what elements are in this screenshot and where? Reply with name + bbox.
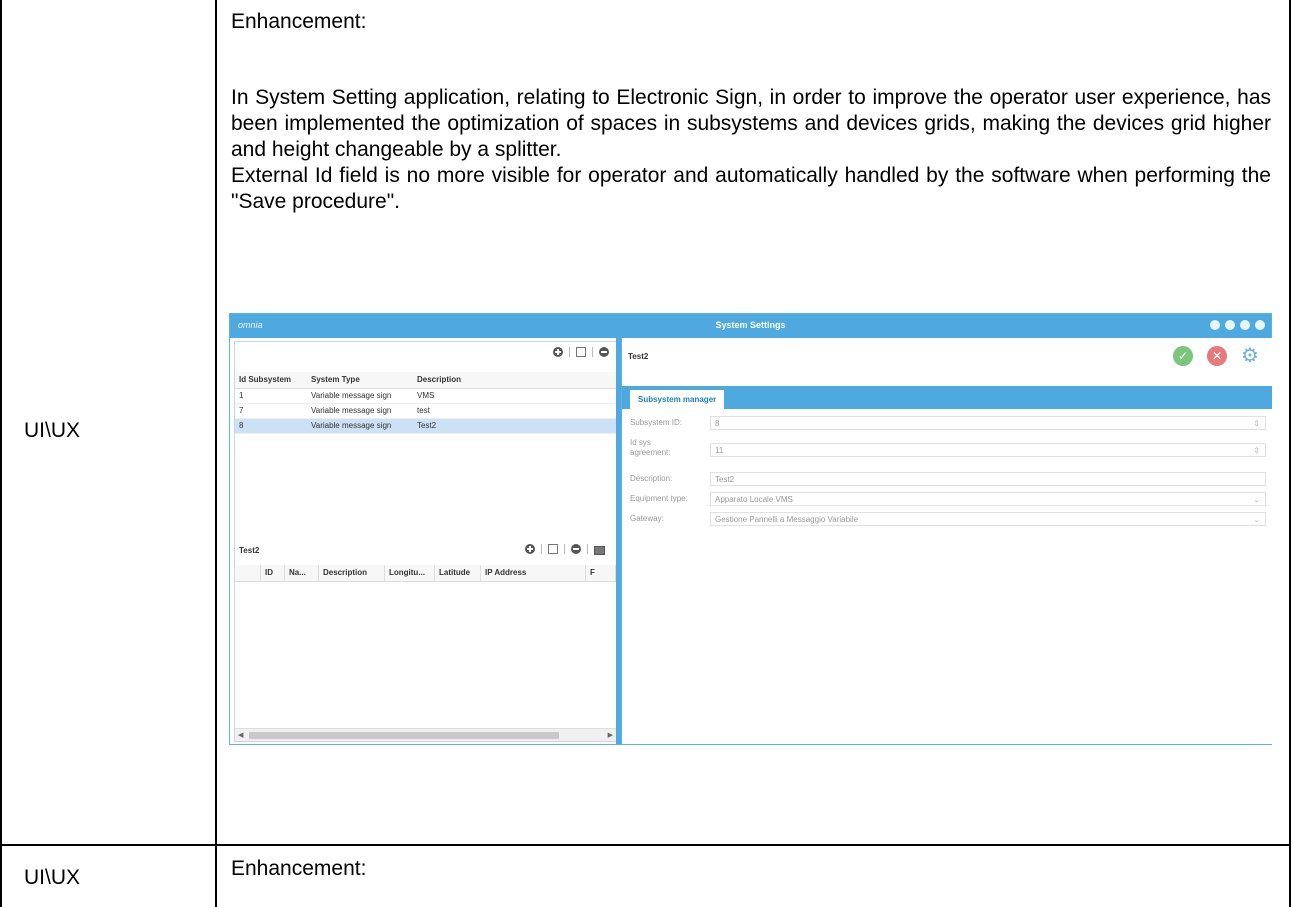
check-icon: ✓ bbox=[1177, 349, 1189, 363]
column-header[interactable]: Description bbox=[319, 565, 385, 581]
field-value: 8 bbox=[715, 419, 720, 428]
field-value: Apparato Locale VMS bbox=[715, 495, 793, 504]
scroll-thumb[interactable] bbox=[249, 732, 559, 739]
table-cell: 7 bbox=[239, 406, 244, 415]
chevron-down-icon[interactable]: ⌄ bbox=[1253, 513, 1260, 527]
help-icon[interactable] bbox=[1210, 320, 1220, 330]
add-icon[interactable] bbox=[525, 544, 535, 554]
gateway-select[interactable]: Gestione Pannelli a Messaggio Variabile ⌄ bbox=[710, 512, 1266, 526]
cancel-button[interactable]: ✕ bbox=[1207, 346, 1227, 366]
detail-title: Test2 bbox=[628, 352, 649, 361]
form-row: Id sys agreement: 11 ⇕ bbox=[630, 438, 1266, 458]
close-icon[interactable] bbox=[1255, 320, 1265, 330]
field-value: Gestione Pannelli a Messaggio Variabile bbox=[715, 515, 859, 524]
column-header[interactable]: F bbox=[586, 565, 616, 581]
table-cell: Variable message sign bbox=[311, 421, 392, 430]
table-right-border bbox=[1289, 0, 1291, 907]
form-row: Description: Test2 bbox=[630, 472, 1266, 486]
column-header[interactable]: ID bbox=[261, 565, 285, 581]
subsystems-pane: Id Subsystem System Type Description 1 V… bbox=[234, 341, 617, 742]
devices-grid-header: ID Na... Description Longitu... Latitude… bbox=[235, 565, 616, 582]
field-label: Description: bbox=[630, 474, 673, 483]
equipment-type-select[interactable]: Apparato Locale VMS ⌄ bbox=[710, 492, 1266, 506]
lock-icon[interactable] bbox=[594, 546, 605, 555]
table-column-divider bbox=[215, 0, 217, 907]
column-header bbox=[235, 565, 261, 581]
row-heading: Enhancement: bbox=[231, 10, 367, 33]
row-category: UI\UX bbox=[24, 866, 81, 889]
field-label: Subsystem ID: bbox=[630, 418, 683, 427]
row-category: UI\UX bbox=[24, 419, 81, 442]
row-description: In System Setting application, relating … bbox=[231, 85, 1271, 215]
subsystem-id-field[interactable]: 8 ⇕ bbox=[710, 416, 1266, 430]
toolbar-separator bbox=[569, 347, 570, 357]
subsystem-toolbar bbox=[553, 347, 609, 357]
toolbar-separator bbox=[564, 544, 565, 554]
table-cell: 8 bbox=[239, 421, 244, 430]
table-cell: VMS bbox=[417, 391, 435, 400]
scroll-right-icon[interactable]: ▶ bbox=[608, 731, 613, 739]
table-cell: Test2 bbox=[417, 421, 437, 430]
maximize-icon[interactable] bbox=[1240, 320, 1250, 330]
table-row-selected[interactable]: 8 Variable message sign Test2 bbox=[235, 419, 616, 434]
edit-icon[interactable] bbox=[548, 544, 558, 554]
column-header[interactable]: Longitu... bbox=[385, 565, 435, 581]
field-value: 11 bbox=[715, 446, 724, 455]
description-field[interactable]: Test2 bbox=[710, 472, 1266, 486]
edit-icon[interactable] bbox=[576, 347, 586, 357]
table-left-border bbox=[0, 0, 2, 907]
gear-icon: ⚙ bbox=[1241, 345, 1259, 367]
close-icon: ✕ bbox=[1211, 349, 1223, 363]
form-row: Subsystem ID: 8 ⇕ bbox=[630, 416, 1266, 430]
column-header[interactable]: Id Subsystem bbox=[235, 372, 307, 388]
column-header[interactable]: Description bbox=[413, 372, 616, 388]
id-sys-agreement-field[interactable]: 11 ⇕ bbox=[710, 443, 1266, 457]
table-cell: test bbox=[417, 406, 430, 415]
toolbar-separator bbox=[592, 347, 593, 357]
delete-icon[interactable] bbox=[599, 347, 609, 357]
spinner-icon[interactable]: ⇕ bbox=[1253, 417, 1260, 431]
devices-grid-title: Test2 bbox=[239, 546, 260, 555]
window-title: System Settings bbox=[715, 320, 786, 330]
table-row-divider bbox=[0, 844, 1291, 846]
horizontal-scrollbar[interactable]: ◀ ▶ bbox=[235, 728, 616, 741]
tab-bar: Subsystem manager bbox=[622, 386, 1272, 409]
table-row[interactable]: 7 Variable message sign test bbox=[235, 404, 616, 419]
toolbar-separator bbox=[587, 544, 588, 554]
devices-toolbar bbox=[525, 543, 605, 555]
delete-icon[interactable] bbox=[571, 544, 581, 554]
minimize-icon[interactable] bbox=[1225, 320, 1235, 330]
field-value: Test2 bbox=[715, 475, 735, 484]
table-row[interactable]: 1 Variable message sign VMS bbox=[235, 389, 616, 404]
subsystem-grid-header: Id Subsystem System Type Description bbox=[235, 372, 616, 389]
toolbar-separator bbox=[541, 544, 542, 554]
row-heading: Enhancement: bbox=[231, 857, 367, 880]
column-header[interactable]: IP Address bbox=[481, 565, 586, 581]
chevron-down-icon[interactable]: ⌄ bbox=[1253, 493, 1260, 507]
table-cell: 1 bbox=[239, 391, 244, 400]
detail-pane: Test2 ✓ ✕ ⚙ Subsystem manager Subsystem … bbox=[621, 338, 1272, 744]
field-label: Gateway: bbox=[630, 514, 664, 523]
spinner-icon[interactable]: ⇕ bbox=[1253, 444, 1260, 458]
field-label: Id sys agreement: bbox=[630, 438, 671, 457]
field-label: Equipment type: bbox=[630, 494, 688, 503]
form-row: Equipment type: Apparato Locale VMS ⌄ bbox=[630, 492, 1266, 506]
add-icon[interactable] bbox=[553, 347, 563, 357]
window-controls bbox=[1210, 320, 1265, 330]
save-button[interactable]: ✓ bbox=[1173, 346, 1193, 366]
form-row: Gateway: Gestione Pannelli a Messaggio V… bbox=[630, 512, 1266, 526]
system-settings-screenshot: omnia System Settings Id Subsystem Syste… bbox=[229, 313, 1272, 745]
scroll-left-icon[interactable]: ◀ bbox=[238, 731, 243, 739]
window-titlebar: omnia System Settings bbox=[230, 314, 1271, 338]
column-header[interactable]: Latitude bbox=[435, 565, 481, 581]
settings-button[interactable]: ⚙ bbox=[1240, 346, 1260, 366]
description-paragraph: In System Setting application, relating … bbox=[231, 86, 1271, 161]
column-header[interactable]: Na... bbox=[285, 565, 319, 581]
column-header[interactable]: System Type bbox=[307, 372, 413, 388]
table-cell: Variable message sign bbox=[311, 406, 392, 415]
description-paragraph: External Id field is no more visible for… bbox=[231, 164, 1271, 213]
table-cell: Variable message sign bbox=[311, 391, 392, 400]
tab-subsystem-manager[interactable]: Subsystem manager bbox=[630, 390, 725, 409]
